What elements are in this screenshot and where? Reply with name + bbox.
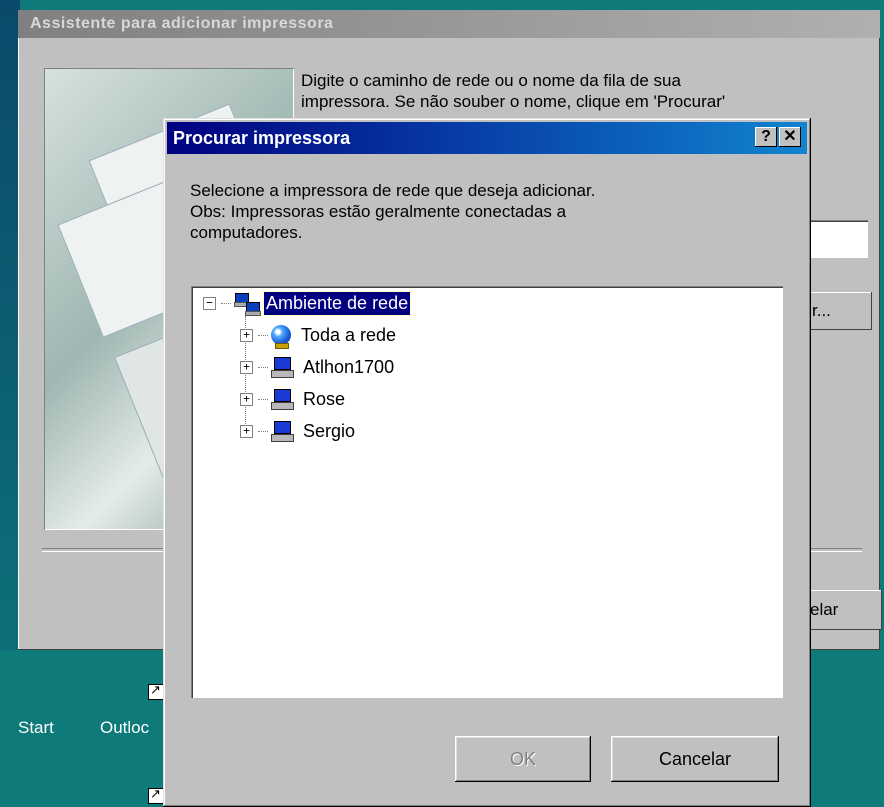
tree-item-rose[interactable]: + Rose: [240, 386, 347, 412]
network-tree-view[interactable]: − Ambiente de rede + Toda a rede + Atlho…: [191, 286, 783, 698]
tree-item-label: Toda a rede: [301, 324, 397, 345]
wizard-browse-button[interactable]: r...: [808, 292, 872, 330]
wizard-instruction-line: Digite o caminho de rede ou o nome da fi…: [301, 71, 681, 90]
tree-item-sergio[interactable]: + Sergio: [240, 418, 357, 444]
expand-icon[interactable]: +: [240, 424, 253, 438]
collapse-icon[interactable]: −: [203, 296, 216, 310]
dialog-description: Selecione a impressora de rede que desej…: [190, 180, 770, 243]
desktop-start-label[interactable]: Start: [18, 718, 54, 738]
tree-connector: [258, 398, 268, 400]
tree-connector: [258, 366, 268, 368]
tree-item-atlhon1700[interactable]: + Atlhon1700: [240, 354, 396, 380]
browse-printer-dialog: Procurar impressora ? ✕ Selecione a impr…: [163, 118, 811, 807]
tree-item-label: Ambiente de rede: [262, 290, 412, 316]
dialog-description-line: Obs: Impressoras estão geralmente conect…: [190, 202, 567, 221]
expand-icon[interactable]: +: [240, 360, 253, 374]
entire-network-icon: [271, 325, 291, 349]
tree-item-label: Atlhon1700: [303, 356, 395, 377]
printer-path-input[interactable]: [808, 220, 868, 258]
tree-item-label: Sergio: [303, 420, 356, 441]
help-button[interactable]: ?: [755, 127, 777, 147]
cancel-button[interactable]: Cancelar: [611, 736, 779, 782]
tree-connector: [258, 334, 268, 336]
dialog-title-bar[interactable]: Procurar impressora ? ✕: [167, 122, 807, 154]
computer-icon: [271, 357, 294, 378]
dialog-description-line: computadores.: [190, 223, 303, 242]
expand-icon[interactable]: +: [240, 392, 253, 406]
wizard-title-bar[interactable]: Assistente para adicionar impressora: [18, 10, 880, 38]
dialog-description-line: Selecione a impressora de rede que desej…: [190, 181, 596, 200]
desktop-background: [0, 0, 20, 650]
tree-connector: [221, 302, 231, 304]
close-button[interactable]: ✕: [779, 127, 801, 147]
network-neighborhood-icon: [234, 292, 261, 316]
computer-icon: [271, 389, 294, 410]
desktop-outlook-label[interactable]: Outloc: [100, 718, 149, 738]
tree-item-ambiente-de-rede[interactable]: − Ambiente de rede: [203, 290, 412, 316]
computer-icon: [271, 421, 294, 442]
wizard-cancel-button[interactable]: elar: [808, 590, 882, 630]
tree-item-label: Rose: [303, 388, 346, 409]
ok-button[interactable]: OK: [455, 736, 591, 782]
wizard-instruction-line: impressora. Se não souber o nome, clique…: [301, 92, 726, 111]
wizard-instruction: Digite o caminho de rede ou o nome da fi…: [301, 70, 861, 112]
dialog-title: Procurar impressora: [173, 128, 351, 148]
expand-icon[interactable]: +: [240, 328, 253, 342]
tree-connector: [258, 430, 268, 432]
tree-item-toda-a-rede[interactable]: + Toda a rede: [240, 322, 398, 349]
